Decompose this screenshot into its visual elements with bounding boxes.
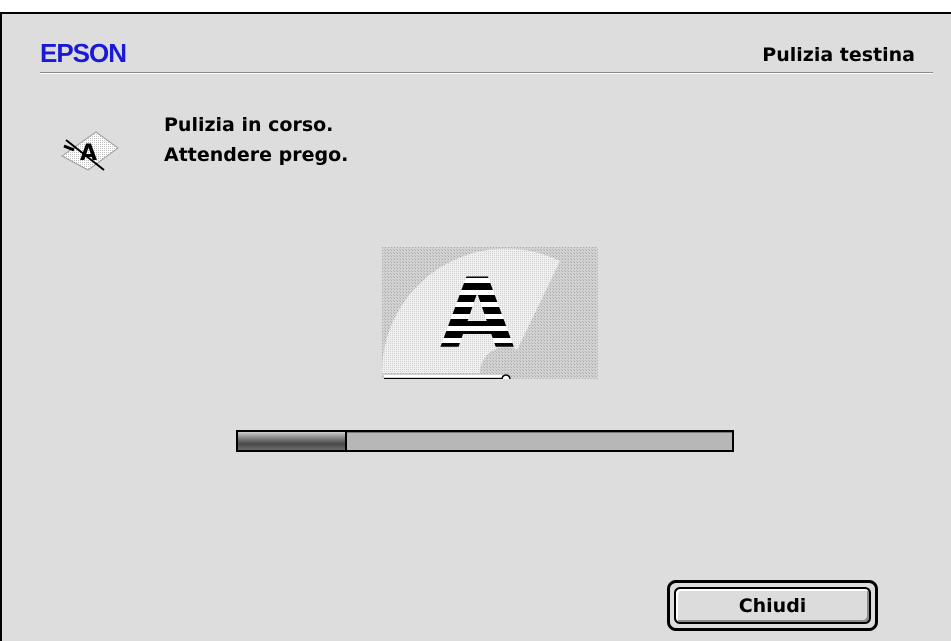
status-line-2: Attendere prego. (164, 144, 349, 166)
default-button-ring: Chiudi (667, 580, 878, 631)
head-cleaning-illustration: A (382, 247, 598, 379)
progress-bar-fill (238, 432, 347, 450)
epson-logo: EPSON (40, 38, 127, 68)
cleaning-progress-bar (236, 430, 734, 452)
dialog-title: Pulizia testina (762, 44, 915, 66)
header-divider (40, 72, 933, 74)
status-message: Pulizia in corso. Attendere prego. (164, 110, 348, 170)
head-cleaning-icon: A (61, 131, 119, 171)
close-button[interactable]: Chiudi (674, 587, 871, 624)
head-cleaning-dialog: EPSON Pulizia testina A Pulizia in corso… (0, 12, 951, 641)
status-line-1: Pulizia in corso. (164, 114, 334, 136)
